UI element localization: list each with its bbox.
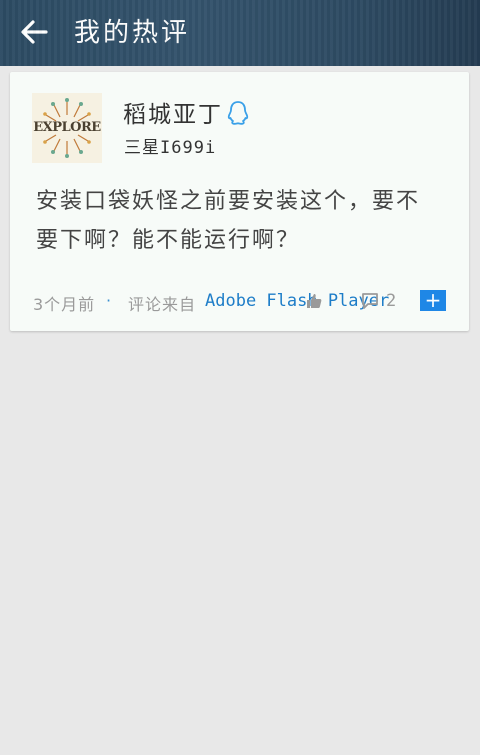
page-title: 我的热评 [74,18,191,48]
separator-dot: · [106,291,113,310]
username[interactable]: 稻城亚丁 [123,95,223,129]
reply-count: 2 [386,291,397,311]
add-button[interactable]: + [420,290,446,311]
comment-time: 3个月前 [33,295,96,314]
source-label: 评论来自 [128,295,197,314]
arrow-left-icon [21,20,48,44]
comment-card: EXPLORE 稻城亚丁 三星I699i 安装口袋妖怪之前要安装这个，要不要下啊… [10,72,469,331]
avatar-label: EXPLORE [33,120,101,135]
device-model: 三星I699i [124,138,217,158]
comment-icon[interactable] [361,292,379,310]
back-button[interactable] [14,14,54,50]
comment-text: 安装口袋妖怪之前要安装这个，要不要下啊？能不能运行啊？ [36,189,421,253]
app-header: 我的热评 [0,0,480,66]
avatar[interactable]: EXPLORE [32,93,102,163]
comment-footer: 3个月前 · 评论来自 Adobe Flash Player 2 + [33,290,453,315]
thumbs-up-icon[interactable] [305,292,323,310]
qq-penguin-icon[interactable] [226,100,250,126]
